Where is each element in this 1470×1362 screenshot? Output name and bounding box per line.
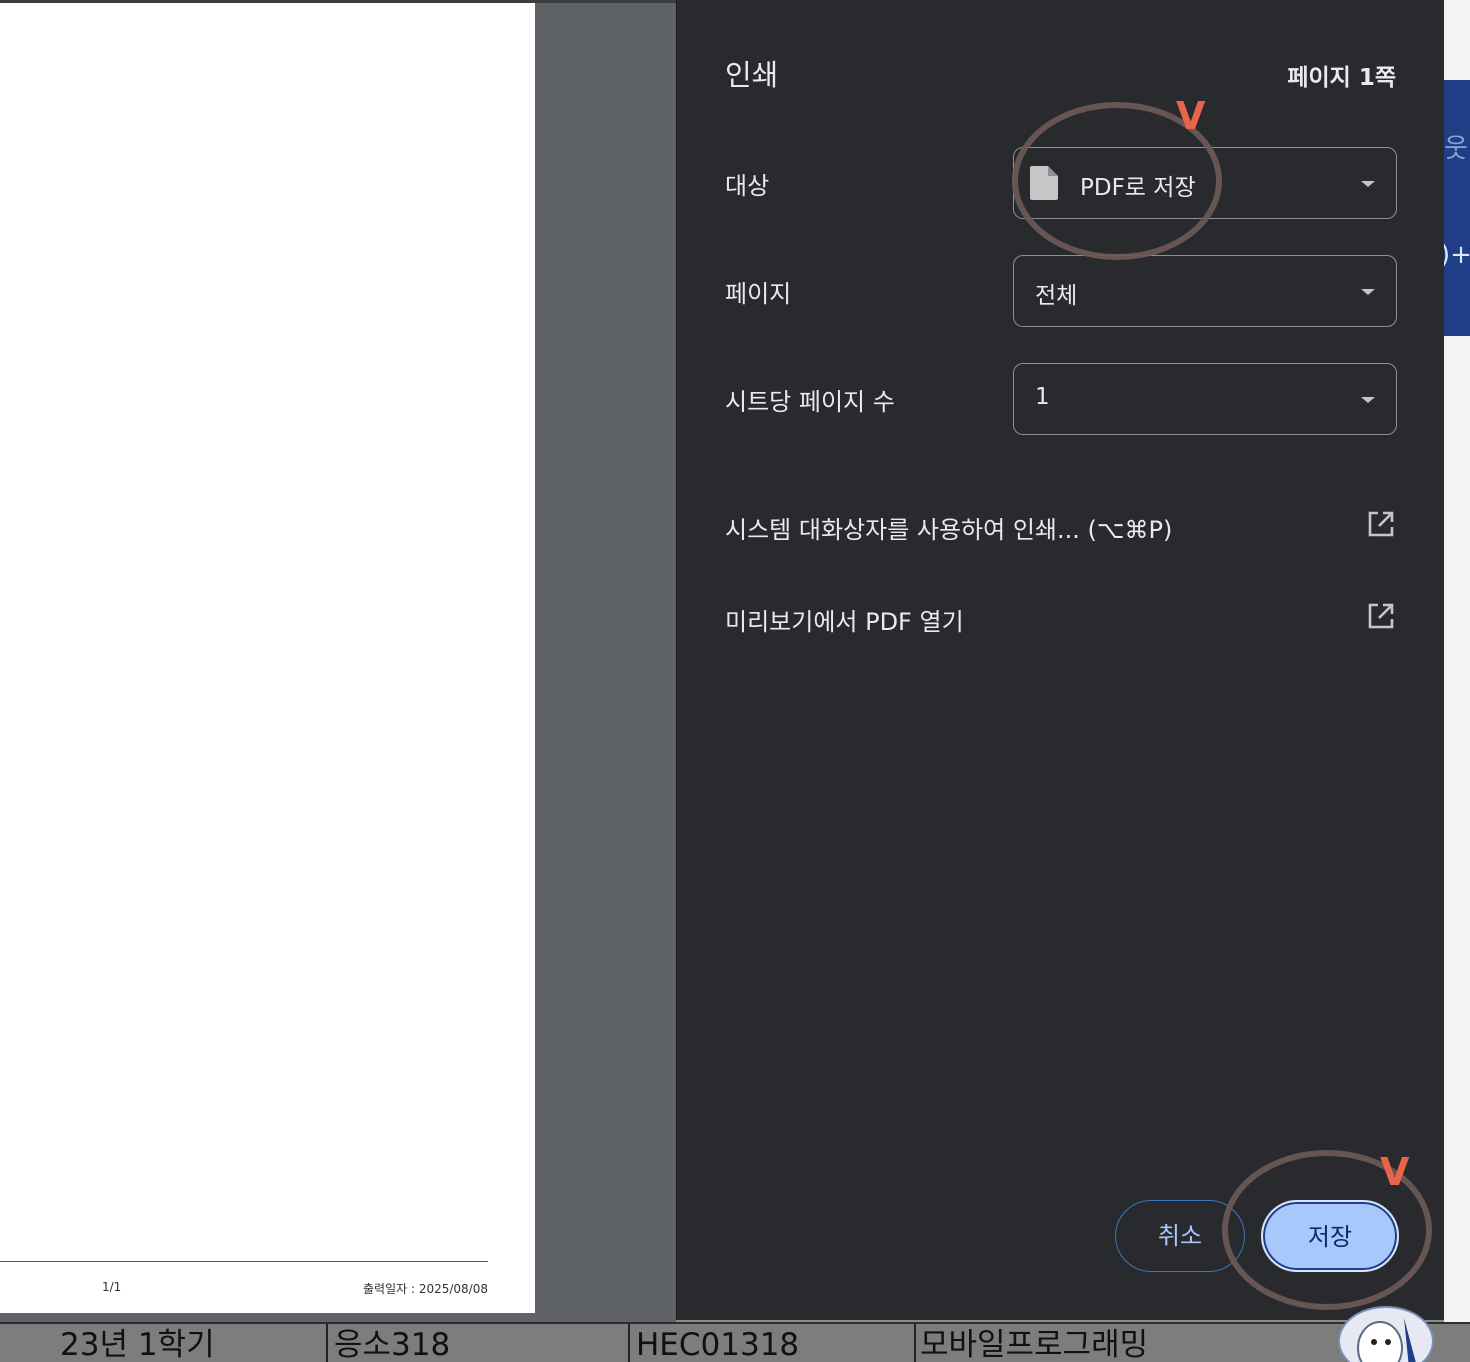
- save-button[interactable]: 저장: [1261, 1200, 1399, 1272]
- cancel-button[interactable]: 취소: [1115, 1200, 1245, 1272]
- pages-select[interactable]: 전체: [1013, 255, 1397, 327]
- preview-page-sheet: 1/1 출력일자 : 2025/08/08: [0, 3, 535, 1313]
- system-dialog-link-label: 시스템 대화상자를 사용하여 인쇄... (⌥⌘P): [725, 516, 1173, 544]
- dialog-title: 인쇄: [725, 58, 779, 92]
- print-preview-screen: 웃 )+ 1/1 출력일자 : 2025/08/08 인쇄 페이지 1쪽 대상 …: [0, 0, 1470, 1362]
- open-external-icon: [1368, 511, 1394, 537]
- background-blue-banner: 웃 )+: [1440, 80, 1470, 336]
- file-icon: [1030, 166, 1058, 200]
- open-external-icon: [1368, 603, 1394, 629]
- open-in-preview-link[interactable]: 미리보기에서 PDF 열기: [725, 598, 1395, 638]
- table-cell-code: HEC01318: [636, 1327, 800, 1362]
- annotation-check-save: V: [1380, 1150, 1410, 1194]
- pages-per-sheet-value: 1: [1035, 384, 1050, 410]
- table-divider: [914, 1324, 916, 1362]
- annotation-check-destination: V: [1176, 94, 1206, 138]
- table-divider: [628, 1324, 630, 1362]
- background-glyph-top: 웃: [1444, 134, 1468, 164]
- destination-label: 대상: [725, 172, 770, 200]
- table-divider: [326, 1324, 328, 1362]
- chevron-down-icon: [1361, 397, 1375, 403]
- pages-per-sheet-label: 시트당 페이지 수: [725, 388, 895, 416]
- background-glyph-mid: )+: [1440, 240, 1470, 270]
- table-cell-term: 23년 1학기: [60, 1327, 215, 1362]
- system-dialog-link[interactable]: 시스템 대화상자를 사용하여 인쇄... (⌥⌘P): [725, 506, 1395, 546]
- pages-per-sheet-select[interactable]: 1: [1013, 363, 1397, 435]
- background-table-row: 23년 1학기 응소318 HEC01318 모바일프로그래밍: [0, 1322, 1470, 1362]
- chevron-down-icon: [1361, 181, 1375, 187]
- mascot-icon: [1357, 1318, 1416, 1362]
- page-count-label: 페이지 1쪽: [1287, 65, 1396, 91]
- print-preview-pane: 1/1 출력일자 : 2025/08/08: [0, 0, 676, 1322]
- destination-value: PDF로 저장: [1080, 175, 1196, 201]
- chevron-down-icon: [1361, 289, 1375, 295]
- pages-value: 전체: [1035, 283, 1078, 309]
- table-cell-course: 모바일프로그래밍: [920, 1327, 1149, 1362]
- footer-rule: [0, 1261, 488, 1262]
- footer-print-date: 출력일자 : 2025/08/08: [363, 1282, 488, 1296]
- open-in-preview-link-label: 미리보기에서 PDF 열기: [725, 608, 964, 636]
- footer-page-number: 1/1: [102, 1280, 122, 1294]
- print-settings-panel: 인쇄 페이지 1쪽 대상 PDF로 저장 페이지 전체 시트당 페이지 수 1 …: [676, 0, 1444, 1320]
- destination-select[interactable]: PDF로 저장: [1013, 147, 1397, 219]
- table-cell-room: 응소318: [334, 1327, 451, 1362]
- pages-label: 페이지: [725, 280, 792, 308]
